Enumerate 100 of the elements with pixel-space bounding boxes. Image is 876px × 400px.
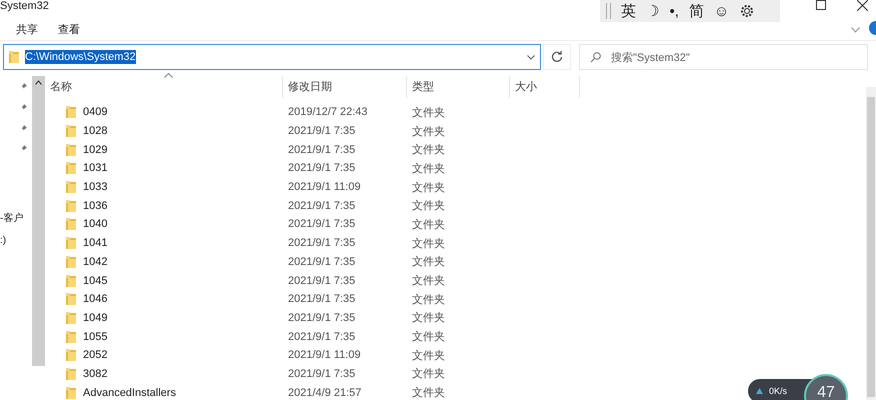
file-name[interactable]: 1040 [83, 218, 108, 230]
folder-icon [66, 349, 76, 362]
file-type: 文件夹 [411, 236, 446, 251]
refresh-button[interactable] [543, 44, 571, 70]
maximize-button[interactable] [816, 0, 826, 10]
column-header[interactable]: 类型 [407, 76, 510, 98]
file-name[interactable]: 1055 [83, 330, 108, 343]
close-button[interactable] [857, 0, 868, 11]
modified-date: 2021/9/1 7:35 [287, 218, 356, 230]
folder-icon [66, 200, 76, 212]
modified-date: 2021/9/1 7:35 [287, 368, 356, 380]
file-name[interactable]: 1046 [83, 293, 108, 306]
folder-icon [66, 274, 76, 287]
modified-date: 2021/9/1 11:09 [287, 181, 362, 194]
file-name[interactable]: 1031 [83, 162, 108, 174]
modified-date: 2021/9/1 7:35 [287, 274, 356, 287]
file-name[interactable]: AdvancedInstallers [83, 386, 176, 399]
speed-text: 0K/s [769, 386, 788, 396]
file-type: 文件夹 [411, 330, 446, 344]
file-name[interactable]: 1042 [83, 256, 108, 268]
modified-date: 2021/9/1 7:35 [287, 256, 356, 268]
file-type: 文件夹 [411, 310, 446, 326]
folder-icon [66, 386, 76, 399]
file-type: 文件夹 [411, 348, 446, 363]
file-type: 文件夹 [411, 292, 446, 307]
chevron-icon[interactable] [851, 27, 860, 33]
file-name[interactable]: 0409 [83, 106, 108, 118]
modified-date: 2021/9/1 7:35 [287, 330, 356, 343]
file-type: 文件夹 [411, 274, 446, 288]
file-name[interactable]: 1029 [83, 144, 108, 156]
file-type: 文件夹 [411, 254, 446, 270]
folder-icon [66, 162, 76, 174]
pin-icon[interactable] [20, 82, 28, 90]
search-field[interactable]: 搜索"System32" [579, 44, 868, 70]
column-header[interactable]: 修改日期 [283, 76, 407, 98]
file-name[interactable]: 1045 [83, 274, 108, 287]
folder-icon [66, 368, 76, 380]
file-type: 文件夹 [411, 180, 446, 195]
file-type: 文件夹 [411, 386, 446, 400]
folder-icon [66, 106, 76, 118]
pin-icon[interactable] [20, 124, 28, 132]
file-type: 文件夹 [411, 366, 446, 382]
file-type: 文件夹 [411, 124, 446, 139]
file-name[interactable]: 1028 [83, 125, 108, 138]
folder-icon [66, 237, 76, 250]
scrollbar[interactable] [866, 87, 876, 400]
modified-date: 2021/9/1 7:35 [287, 237, 356, 250]
modified-date: 2021/4/9 21:57 [287, 386, 362, 399]
file-name[interactable]: 3082 [83, 368, 108, 380]
search-placeholder: 搜索"System32" [611, 50, 690, 64]
modified-date: 2021/9/1 7:35 [287, 162, 356, 174]
file-type: 文件夹 [411, 162, 446, 176]
file-type: 文件夹 [411, 218, 446, 232]
folder-icon [66, 293, 76, 306]
modified-date: 2021/9/1 7:35 [287, 144, 356, 156]
modified-date: 2019/12/7 22:43 [287, 106, 369, 118]
ime-button[interactable]: ☽ [646, 2, 660, 20]
dropdown-icon[interactable] [527, 54, 535, 60]
file-name[interactable]: 1049 [83, 312, 108, 324]
file-name[interactable]: 1041 [83, 237, 108, 250]
ime-button[interactable]: •, [669, 2, 679, 20]
folder-icon [66, 144, 76, 156]
ime-button[interactable]: 英 [621, 2, 636, 20]
folder-icon [66, 256, 76, 268]
pin-icon[interactable] [20, 103, 28, 112]
upload-icon [756, 388, 763, 394]
modified-date: 2021/9/1 7:35 [287, 293, 356, 306]
address-bar[interactable]: C:\Windows\System32 [3, 44, 541, 70]
file-name[interactable]: 2052 [83, 349, 108, 362]
ribbon-tab[interactable]: 查看 [48, 22, 90, 36]
modified-date: 2021/9/1 7:35 [287, 125, 356, 138]
file-name[interactable]: 1033 [83, 181, 108, 194]
folder-icon [66, 330, 76, 343]
modified-date: 2021/9/1 7:35 [287, 312, 356, 324]
file-name[interactable]: 1036 [83, 200, 108, 212]
file-type: 文件夹 [411, 106, 446, 120]
ime-button[interactable]: ☺ [714, 2, 730, 20]
file-type: 文件夹 [411, 142, 446, 158]
column-header[interactable]: 名称 [45, 76, 283, 98]
folder-icon [9, 51, 19, 63]
folder-icon [66, 218, 76, 230]
address-text: C:\Windows\System32 [25, 50, 136, 64]
scrollbar[interactable] [32, 76, 45, 366]
ribbon-tab[interactable]: 共享 [6, 22, 48, 36]
folder-icon [66, 125, 76, 138]
column-header[interactable]: 大小 [510, 76, 580, 98]
modified-date: 2021/9/1 7:35 [287, 200, 356, 212]
modified-date: 2021/9/1 11:09 [287, 349, 362, 362]
ime-button[interactable]: 简 [688, 2, 704, 20]
window-title: System32 [0, 0, 49, 14]
refresh-icon [551, 51, 563, 63]
sidebar-item[interactable]: -客户 [0, 208, 32, 230]
settings-icon[interactable] [739, 3, 756, 19]
search-icon [590, 52, 601, 62]
folder-icon [66, 181, 76, 194]
pin-icon[interactable] [20, 144, 28, 152]
file-type: 文件夹 [411, 198, 446, 214]
folder-icon [66, 312, 76, 324]
sidebar-item[interactable]: :) [0, 230, 32, 252]
scroll-up-icon[interactable] [35, 80, 42, 85]
